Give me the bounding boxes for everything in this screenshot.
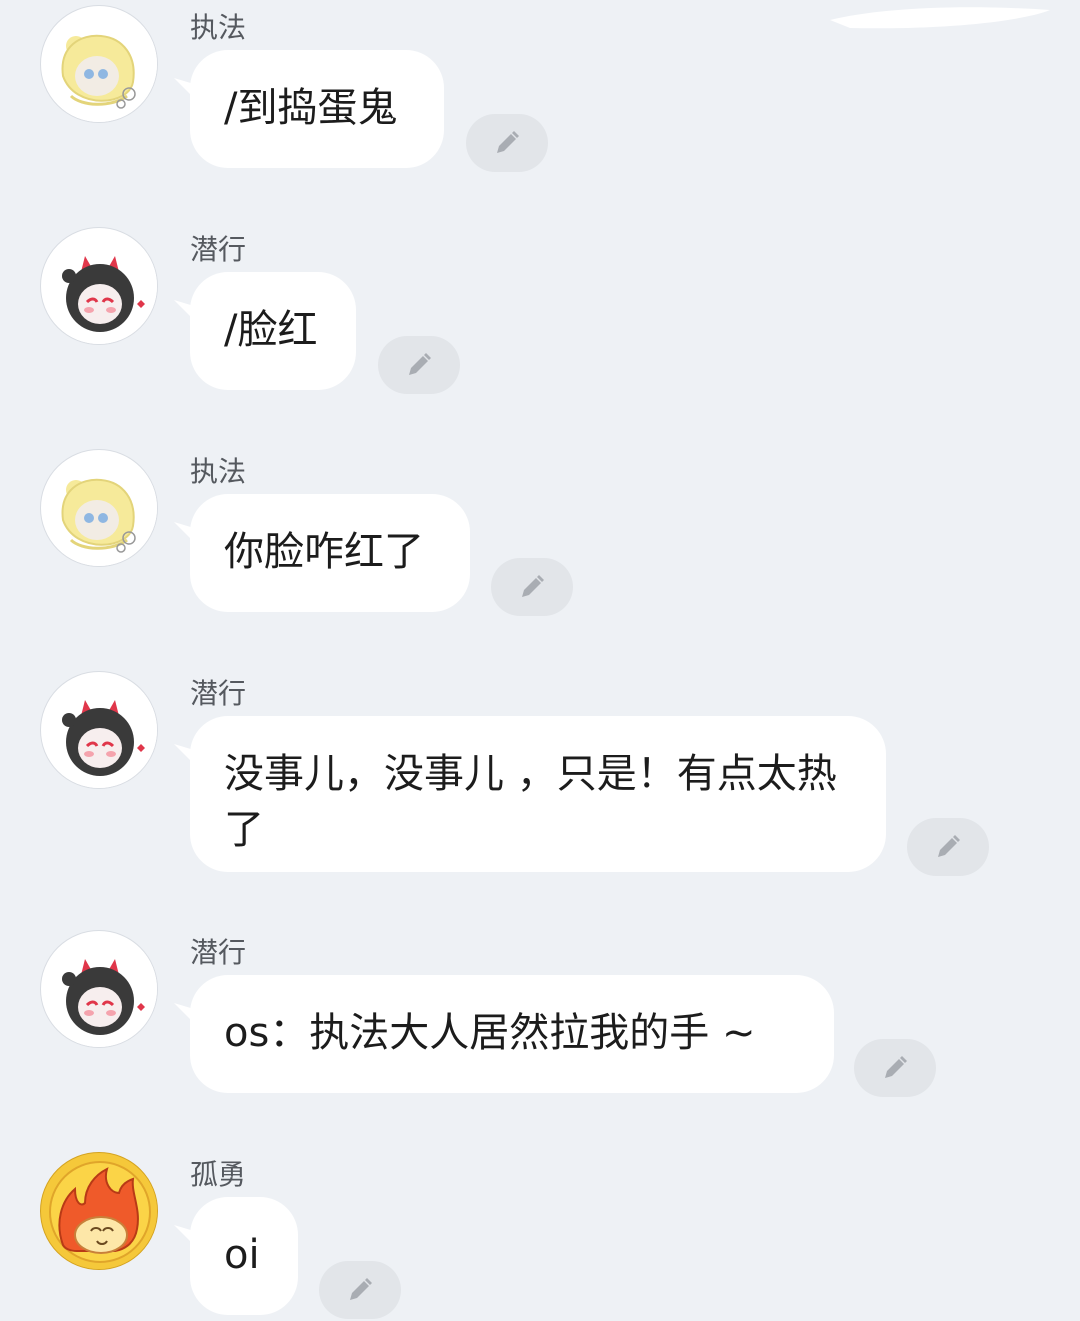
- message-bubble[interactable]: 你脸咋红了: [190, 494, 470, 612]
- message-bubble[interactable]: /到捣蛋鬼: [190, 50, 444, 168]
- redaction-scribble: [830, 7, 1050, 29]
- sender-name: 执法: [190, 11, 247, 44]
- devil-horns-chibi-avatar[interactable]: [40, 671, 158, 789]
- message-bubble[interactable]: /脸红: [190, 272, 356, 390]
- message-bubble[interactable]: os：执法大人居然拉我的手 ~: [190, 975, 834, 1093]
- sender-name: 潜行: [190, 936, 247, 969]
- pencil-icon: [522, 575, 544, 597]
- flame-chick-avatar[interactable]: [40, 1152, 158, 1270]
- sender-name: 执法: [190, 455, 247, 488]
- pencil-icon: [497, 131, 519, 153]
- yellow-hood-chibi-avatar[interactable]: [40, 5, 158, 123]
- pencil-icon: [938, 835, 960, 857]
- chat-message-list: 执法 /到捣蛋鬼 潜行 /脸红 执法 你脸咋红了 潜行 没事儿，没事儿 ，只是！…: [0, 0, 1080, 1321]
- yellow-hood-chibi-avatar[interactable]: [40, 449, 158, 567]
- edit-button[interactable]: [854, 1039, 936, 1097]
- edit-button[interactable]: [319, 1261, 401, 1319]
- edit-button[interactable]: [466, 114, 548, 172]
- message-bubble[interactable]: 没事儿，没事儿 ，只是！有点太热了: [190, 716, 886, 872]
- message-bubble[interactable]: oi: [190, 1197, 298, 1315]
- sender-name: 潜行: [190, 233, 247, 266]
- devil-horns-chibi-avatar[interactable]: [40, 930, 158, 1048]
- edit-button[interactable]: [378, 336, 460, 394]
- sender-name: 潜行: [190, 677, 247, 710]
- sender-name: 孤勇: [190, 1158, 247, 1191]
- pencil-icon: [885, 1056, 907, 1078]
- edit-button[interactable]: [491, 558, 573, 616]
- pencil-icon: [409, 353, 431, 375]
- edit-button[interactable]: [907, 818, 989, 876]
- devil-horns-chibi-avatar[interactable]: [40, 227, 158, 345]
- pencil-icon: [350, 1278, 372, 1300]
